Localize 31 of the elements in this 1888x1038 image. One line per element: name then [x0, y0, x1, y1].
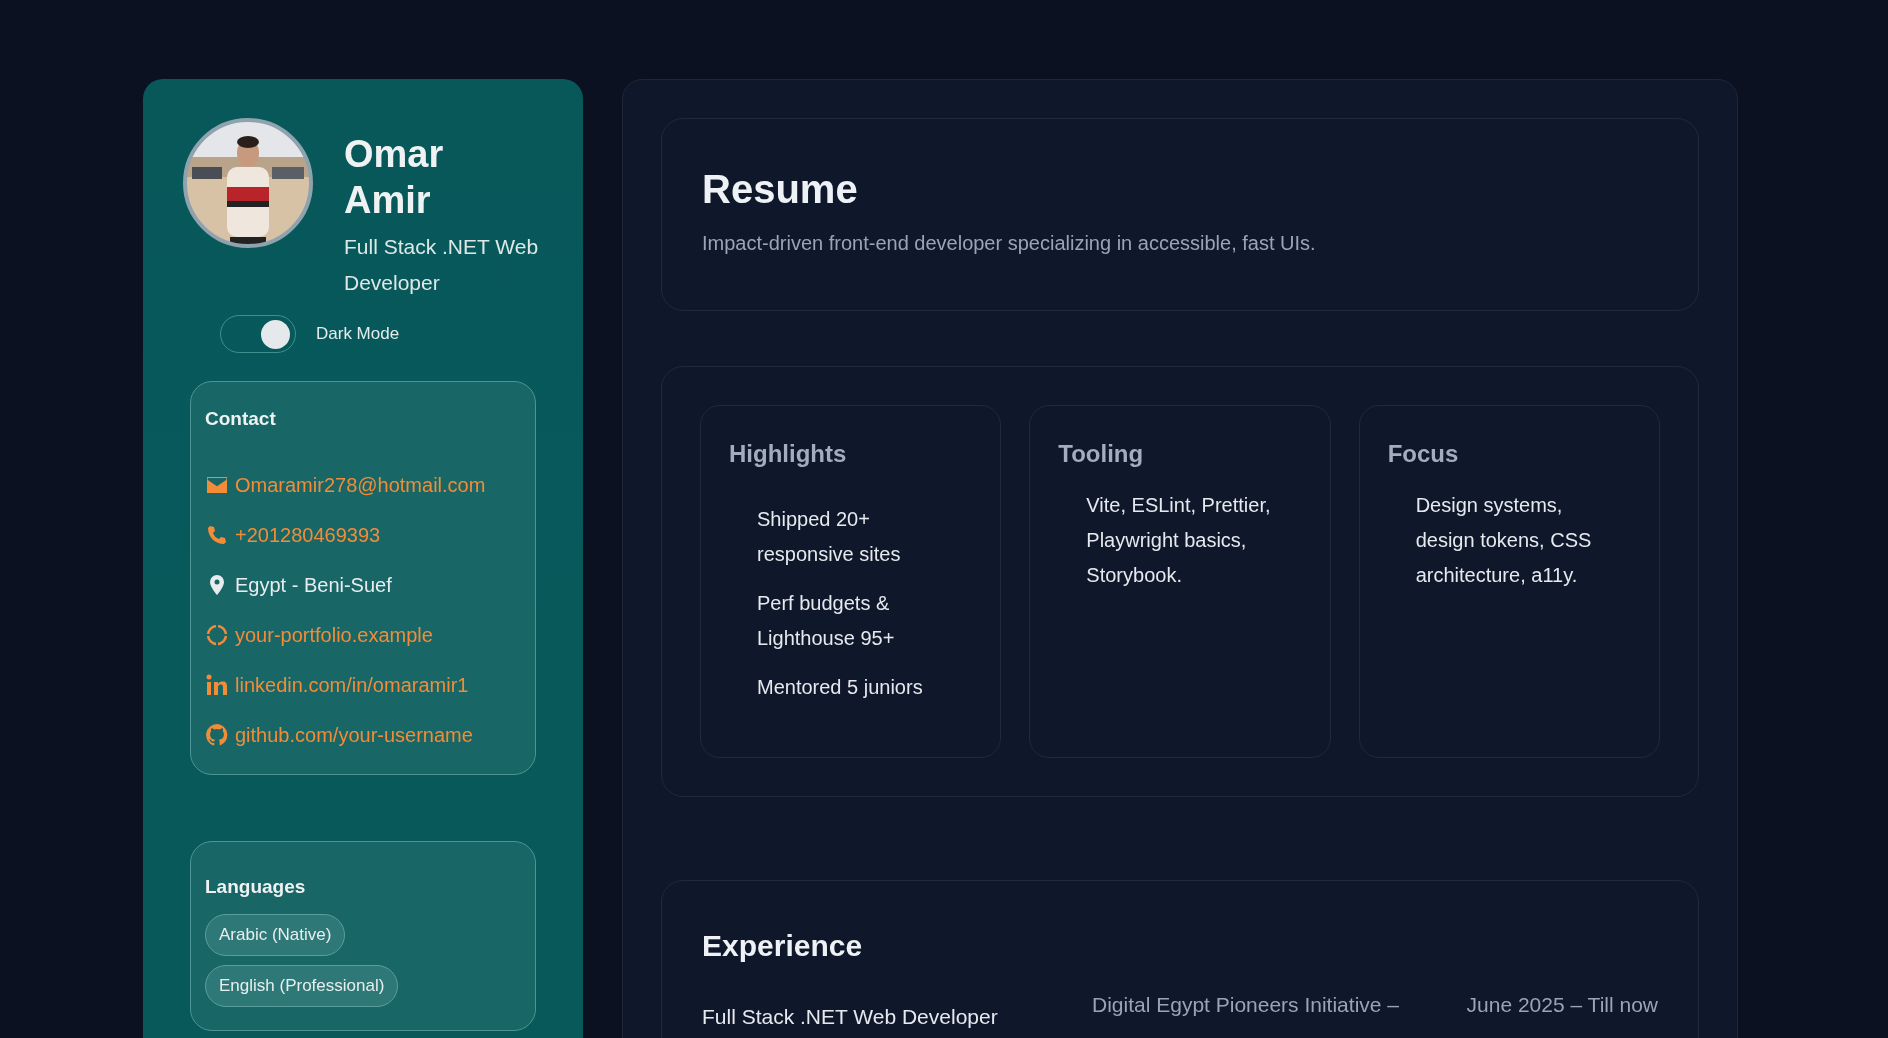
circle-icon	[205, 623, 229, 647]
toggle-label: Dark Mode	[316, 324, 400, 344]
language-tag: English (Professional)	[205, 965, 399, 1007]
contact-link[interactable]: your-portfolio.example	[235, 623, 433, 647]
languages-heading: Languages	[205, 876, 307, 898]
contact-text: Egypt - Beni-Suef	[235, 573, 392, 597]
card-text: Design systems, design tokens, CSS architecture, a11y.	[1414, 493, 1593, 588]
summary-text: Impact-driven front-end developer specializing in accessible, fast UIs.	[702, 232, 1317, 255]
card-heading: Focus	[1387, 440, 1460, 468]
contact-heading: Contact	[205, 408, 277, 430]
card-heading: Tooling	[1058, 440, 1145, 468]
job-role: Full Stack .NET Web Developer	[702, 1005, 999, 1029]
linkedin-icon	[205, 673, 229, 697]
contact-link[interactable]: linkedin.com/in/omaramir1	[235, 673, 469, 697]
list-item: Mentored 5 juniors	[757, 675, 924, 700]
experience-heading: Experience	[702, 929, 864, 963]
list-item: Perf budgets & Lighthouse 95+	[757, 591, 896, 651]
phone-icon	[205, 523, 229, 547]
organization-text: Digital Egypt Pioneers Initiative –	[1092, 993, 1400, 1017]
contact-link[interactable]: Omaramir278@hotmail.com	[235, 473, 486, 497]
profile-name: Omar Amir	[344, 132, 445, 223]
date-range: June 2025 – Till now	[1466, 993, 1658, 1017]
page-title: Resume	[702, 167, 859, 212]
contact-link[interactable]: github.com/your-username	[235, 723, 473, 747]
language-tag: Arabic (Native)	[205, 914, 346, 956]
list-item: Shipped 20+ responsive sites	[757, 507, 902, 567]
contact-link[interactable]: +201280469393	[235, 523, 381, 547]
card-heading: Highlights	[729, 440, 848, 468]
card-text: Vite, ESLint, Prettier, Playwright basics, Storybook.	[1085, 493, 1272, 588]
github-icon	[205, 723, 229, 747]
profile-title: Full Stack .NET Web Developer	[344, 234, 540, 296]
